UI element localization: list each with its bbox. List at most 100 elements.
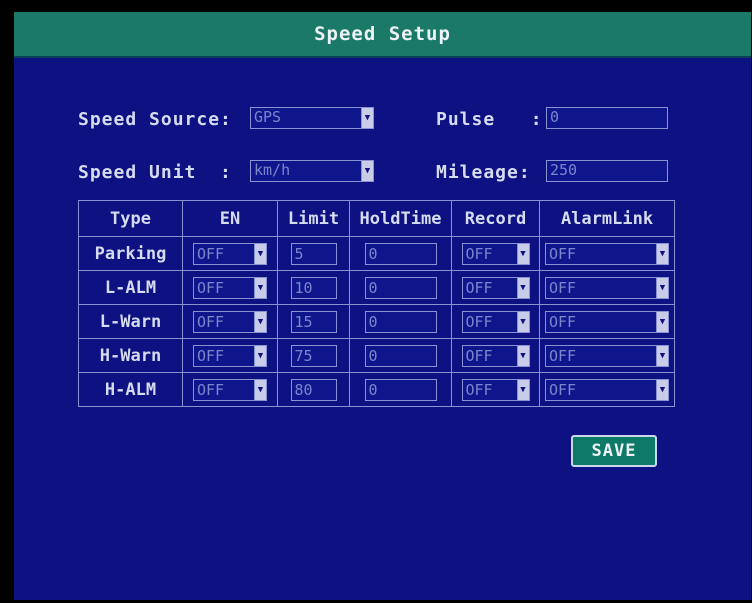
save-button[interactable]: SAVE: [571, 435, 657, 467]
alarmlink-value: OFF: [549, 380, 577, 399]
limit-input[interactable]: 75: [290, 344, 337, 367]
en-select[interactable]: OFF ▼: [193, 276, 267, 299]
mileage-label: Mileage:: [436, 162, 531, 183]
header-limit: Limit: [277, 200, 350, 237]
holdtime-value: 0: [368, 346, 378, 365]
holdtime-input[interactable]: 0: [364, 378, 437, 401]
limit-input[interactable]: 10: [290, 276, 337, 299]
en-value: OFF: [197, 312, 225, 331]
limit-value: 80: [294, 380, 313, 399]
chevron-down-icon[interactable]: ▼: [516, 379, 529, 400]
dvr-screen: Speed Setup Speed Source: GPS ▼ Pulse : …: [14, 12, 751, 600]
alarmlink-select[interactable]: OFF ▼: [545, 276, 669, 299]
table-row: H-Warn OFF ▼ 75 0 OFF ▼ OFF ▼: [78, 338, 675, 373]
alarmlink-value: OFF: [549, 244, 577, 263]
limit-value: 5: [294, 244, 304, 263]
table-row: L-ALM OFF ▼ 10 0 OFF ▼ OFF ▼: [78, 270, 675, 305]
limit-value: 10: [294, 278, 313, 297]
limit-input[interactable]: 5: [290, 242, 337, 265]
speed-unit-select[interactable]: km/h ▼: [250, 160, 374, 182]
record-value: OFF: [465, 380, 493, 399]
chevron-down-icon[interactable]: ▼: [516, 243, 529, 264]
chevron-down-icon[interactable]: ▼: [516, 277, 529, 298]
record-value: OFF: [465, 244, 493, 263]
pulse-input[interactable]: 0: [546, 107, 668, 129]
speed-unit-label: Speed Unit :: [78, 162, 232, 183]
record-value: OFF: [465, 312, 493, 331]
holdtime-value: 0: [368, 278, 378, 297]
record-select[interactable]: OFF ▼: [461, 344, 530, 367]
table-row: Parking OFF ▼ 5 0 OFF ▼ OFF ▼: [78, 236, 675, 271]
header-en: EN: [182, 200, 278, 237]
alarmlink-value: OFF: [549, 278, 577, 297]
chevron-down-icon[interactable]: ▼: [656, 243, 668, 264]
en-select[interactable]: OFF ▼: [193, 344, 267, 367]
en-select[interactable]: OFF ▼: [193, 242, 267, 265]
chevron-down-icon[interactable]: ▼: [656, 345, 668, 366]
chevron-down-icon[interactable]: ▼: [656, 311, 668, 332]
en-select[interactable]: OFF ▼: [193, 378, 267, 401]
pulse-value: 0: [550, 108, 560, 126]
alarmlink-select[interactable]: OFF ▼: [545, 310, 669, 333]
chevron-down-icon[interactable]: ▼: [361, 161, 373, 181]
alarmlink-value: OFF: [549, 346, 577, 365]
speed-source-select[interactable]: GPS ▼: [250, 107, 374, 129]
header-holdtime: HoldTime: [349, 200, 452, 237]
limit-value: 15: [294, 312, 313, 331]
record-select[interactable]: OFF ▼: [461, 276, 530, 299]
chevron-down-icon[interactable]: ▼: [254, 243, 266, 264]
speed-unit-value: km/h: [254, 161, 291, 179]
header-type: Type: [78, 200, 183, 237]
holdtime-input[interactable]: 0: [364, 276, 437, 299]
speed-alarm-table: Type EN Limit HoldTime Record AlarmLink …: [78, 200, 675, 407]
record-value: OFF: [465, 346, 493, 365]
chevron-down-icon[interactable]: ▼: [254, 311, 266, 332]
alarmlink-select[interactable]: OFF ▼: [545, 242, 669, 265]
holdtime-input[interactable]: 0: [364, 310, 437, 333]
alarmlink-value: OFF: [549, 312, 577, 331]
holdtime-input[interactable]: 0: [364, 344, 437, 367]
record-value: OFF: [465, 278, 493, 297]
chevron-down-icon[interactable]: ▼: [656, 379, 668, 400]
row-type: Parking: [78, 236, 183, 271]
mileage-value: 250: [550, 161, 578, 179]
table-header-row: Type EN Limit HoldTime Record AlarmLink: [78, 200, 675, 237]
table-row: H-ALM OFF ▼ 80 0 OFF ▼ OFF ▼: [78, 372, 675, 407]
en-value: OFF: [197, 346, 225, 365]
record-select[interactable]: OFF ▼: [461, 310, 530, 333]
row-type: L-ALM: [78, 270, 183, 305]
speed-source-label: Speed Source:: [78, 109, 232, 130]
en-value: OFF: [197, 278, 225, 297]
holdtime-value: 0: [368, 380, 378, 399]
mileage-input[interactable]: 250: [546, 160, 668, 182]
record-select[interactable]: OFF ▼: [461, 242, 530, 265]
chevron-down-icon[interactable]: ▼: [254, 345, 266, 366]
page-title: Speed Setup: [314, 23, 451, 45]
pulse-label: Pulse :: [436, 109, 543, 130]
holdtime-value: 0: [368, 312, 378, 331]
chevron-down-icon[interactable]: ▼: [254, 379, 266, 400]
row-type: H-Warn: [78, 338, 183, 373]
row-type: H-ALM: [78, 372, 183, 407]
alarmlink-select[interactable]: OFF ▼: [545, 378, 669, 401]
title-bar: Speed Setup: [14, 12, 751, 58]
header-alarmlink: AlarmLink: [539, 200, 675, 237]
chevron-down-icon[interactable]: ▼: [254, 277, 266, 298]
holdtime-value: 0: [368, 244, 378, 263]
chevron-down-icon[interactable]: ▼: [361, 108, 373, 128]
row-type: L-Warn: [78, 304, 183, 339]
chevron-down-icon[interactable]: ▼: [656, 277, 668, 298]
limit-input[interactable]: 80: [290, 378, 337, 401]
header-record: Record: [451, 200, 540, 237]
alarmlink-select[interactable]: OFF ▼: [545, 344, 669, 367]
en-value: OFF: [197, 380, 225, 399]
holdtime-input[interactable]: 0: [364, 242, 437, 265]
record-select[interactable]: OFF ▼: [461, 378, 530, 401]
speed-source-value: GPS: [254, 108, 282, 126]
en-select[interactable]: OFF ▼: [193, 310, 267, 333]
table-row: L-Warn OFF ▼ 15 0 OFF ▼ OFF ▼: [78, 304, 675, 339]
chevron-down-icon[interactable]: ▼: [516, 311, 529, 332]
chevron-down-icon[interactable]: ▼: [516, 345, 529, 366]
limit-input[interactable]: 15: [290, 310, 337, 333]
limit-value: 75: [294, 346, 313, 365]
